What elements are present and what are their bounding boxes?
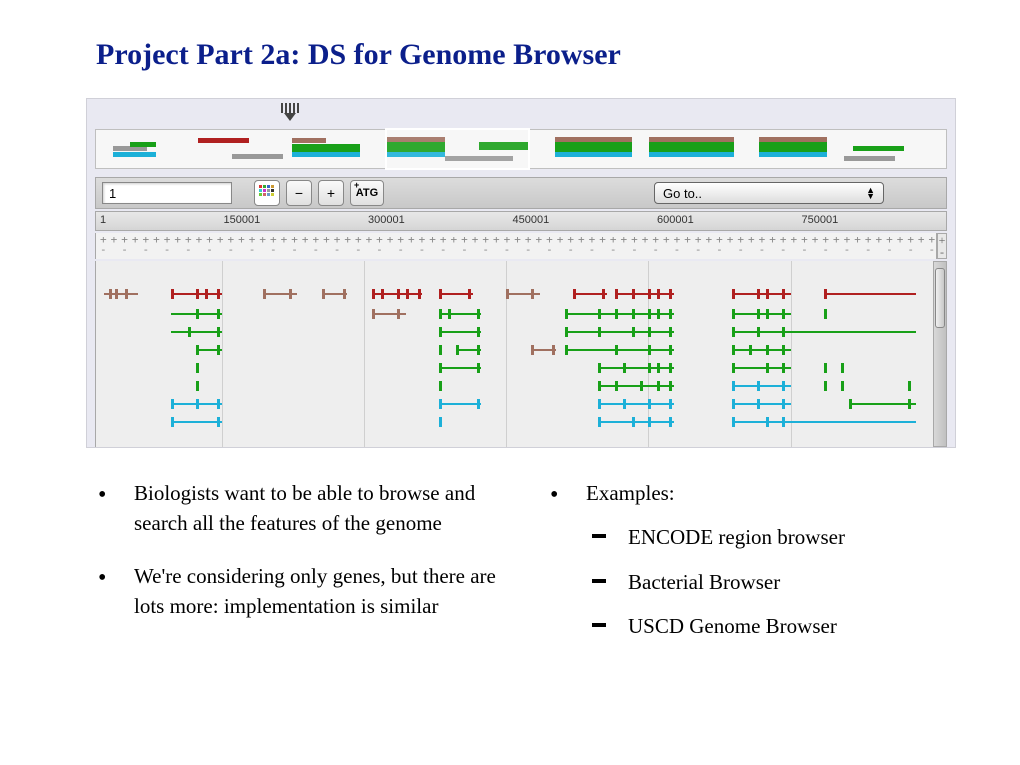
vertical-scrollbar[interactable] [933, 261, 947, 447]
bullet-item: Examples: ENCODE region browser Bacteria… [548, 478, 960, 642]
feature[interactable] [439, 367, 481, 369]
ruler-tick: 150001 [224, 214, 261, 226]
ruler-tick: 600001 [657, 214, 694, 226]
feature[interactable] [598, 385, 673, 387]
select-stepper-icon: ▲▼ [866, 187, 875, 199]
ruler-tick: 300001 [368, 214, 405, 226]
feature[interactable] [439, 331, 481, 333]
bullet-item: We're considering only genes, but there … [96, 561, 508, 622]
slide-title: Project Part 2a: DS for Genome Browser [0, 0, 1020, 72]
feature[interactable] [598, 367, 673, 369]
color-palette-icon[interactable] [254, 180, 280, 206]
sub-bullet-item: Bacterial Browser [586, 567, 960, 597]
ruler-tick: 750001 [802, 214, 839, 226]
sequence-strand-row: ++++++++++++++++++++++++++++++++++++++++… [95, 233, 937, 259]
feature[interactable] [439, 313, 481, 315]
slide-body: Biologists want to be able to browse and… [0, 448, 1020, 664]
track-panel[interactable] [95, 261, 933, 447]
position-ruler: 1 150001 300001 450001 600001 750001 [95, 211, 947, 231]
zoom-in-button[interactable]: + [318, 180, 344, 206]
goto-select[interactable]: Go to.. ▲▼ [654, 182, 884, 204]
overview-track[interactable] [95, 129, 947, 169]
strand-expand-icon[interactable]: +- [937, 233, 947, 259]
ruler-start: 1 [100, 214, 106, 226]
sub-bullet-item: USCD Genome Browser [586, 611, 960, 641]
feature[interactable] [171, 331, 221, 333]
feature[interactable] [506, 293, 539, 295]
atg-button[interactable]: ATG [350, 180, 384, 206]
overview-viewport[interactable] [385, 128, 530, 170]
feature[interactable] [171, 421, 221, 423]
density-marker-icon [275, 103, 305, 125]
goto-label: Go to.. [663, 186, 702, 201]
feature[interactable] [565, 331, 674, 333]
feature[interactable] [849, 403, 916, 405]
feature[interactable] [439, 403, 481, 405]
feature[interactable] [824, 293, 916, 295]
feature[interactable] [615, 293, 674, 295]
examples-heading: Examples: [586, 481, 675, 505]
chromosome-input[interactable] [102, 182, 232, 204]
ruler-tick: 450001 [513, 214, 550, 226]
feature[interactable] [598, 421, 673, 423]
sub-bullet-item: ENCODE region browser [586, 522, 960, 552]
toolbar: − + ATG Go to.. ▲▼ [95, 177, 947, 209]
scrollbar-thumb[interactable] [935, 268, 945, 328]
bullet-item: Biologists want to be able to browse and… [96, 478, 508, 539]
feature[interactable] [598, 403, 673, 405]
feature[interactable] [565, 349, 674, 351]
genome-browser-screenshot: − + ATG Go to.. ▲▼ 1 150001 300001 45000… [86, 98, 956, 448]
feature[interactable] [263, 293, 296, 295]
zoom-out-button[interactable]: − [286, 180, 312, 206]
feature[interactable] [732, 421, 916, 423]
feature[interactable] [372, 313, 405, 315]
